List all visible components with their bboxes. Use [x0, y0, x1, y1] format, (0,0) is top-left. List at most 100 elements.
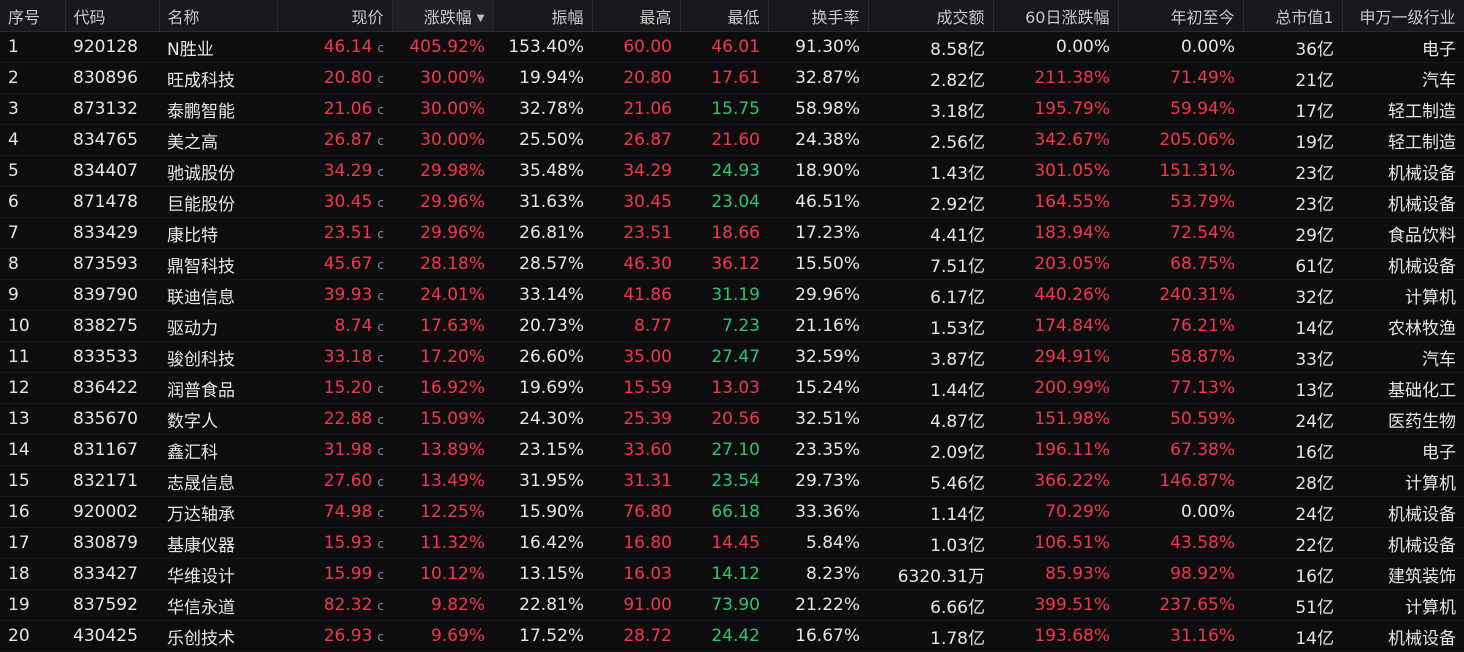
cell-chg60: 0.00%: [1055, 37, 1110, 57]
cell-seq: 5: [8, 161, 19, 181]
cell-ytd: 146.87%: [1159, 471, 1235, 491]
cell-amplitude: 32.78%: [519, 99, 584, 119]
table-row[interactable]: 19 837592 华信永道 82.32 c 9.82% 22.81% 91.00 73.90 2…: [0, 590, 1464, 621]
cell-ytd: 77.13%: [1170, 378, 1235, 398]
cell-seq: 3: [8, 99, 19, 119]
cell-chg60: 195.79%: [1034, 99, 1110, 119]
col-header-ytd[interactable]: 年初至今: [1118, 0, 1244, 32]
cell-high: 16.80: [623, 533, 672, 553]
cell-change-pct: 29.96%: [420, 223, 485, 243]
table-row[interactable]: 16 920002 万达轴承 74.98 c 12.25% 15.90% 76.80 66.18…: [0, 497, 1464, 528]
table-row[interactable]: 6 871478 巨能股份 30.45 c 29.96% 31.63% 30.45 23.04 4…: [0, 187, 1464, 218]
price-flag: c: [377, 382, 384, 396]
table-row[interactable]: 11 833533 骏创科技 33.18 c 17.20% 26.60% 35.00 27.47…: [0, 342, 1464, 373]
cell-seq: 15: [8, 471, 30, 491]
cell-seq: 11: [8, 347, 30, 367]
col-header-turnover[interactable]: 换手率: [768, 0, 869, 32]
cell-chg60: 174.84%: [1034, 316, 1110, 336]
col-header-amplitude[interactable]: 振幅: [493, 0, 593, 32]
col-header-name[interactable]: 名称: [159, 0, 278, 32]
cell-code: 873593: [73, 254, 138, 274]
col-header-industry[interactable]: 申万一级行业: [1342, 0, 1464, 32]
col-header-code[interactable]: 代码: [65, 0, 160, 32]
table-row[interactable]: 20 430425 乐创技术 26.93 c 9.69% 17.52% 28.72 24.42 1…: [0, 621, 1464, 652]
cell-chg60: 294.91%: [1034, 347, 1110, 367]
cell-seq: 17: [8, 533, 30, 553]
price-value: 27.60: [323, 471, 373, 491]
cell-name: 巨能股份: [167, 194, 235, 215]
cell-price: 33.18 c: [277, 342, 392, 373]
col-header-high[interactable]: 最高: [592, 0, 681, 32]
col-header-low[interactable]: 最低: [680, 0, 769, 32]
cell-chg60: 301.05%: [1034, 161, 1110, 181]
cell-volume-amt: 7.51亿: [930, 256, 985, 277]
cell-code: 832171: [73, 471, 138, 491]
cell-code: 920128: [73, 37, 138, 57]
cell-mktcap: 28亿: [1295, 473, 1334, 494]
cell-ytd: 98.92%: [1170, 564, 1235, 584]
cell-amplitude: 22.81%: [519, 595, 584, 615]
cell-high: 41.86: [623, 285, 672, 305]
cell-ytd: 151.31%: [1159, 161, 1235, 181]
cell-turnover: 16.67%: [795, 626, 860, 646]
price-value: 46.14: [323, 37, 373, 57]
col-header-price[interactable]: 现价: [277, 0, 393, 32]
cell-name: 志晟信息: [167, 473, 235, 494]
cell-low: 14.45: [711, 533, 760, 553]
table-row[interactable]: 14 831167 鑫汇科 31.98 c 13.89% 23.15% 33.60 27.10 2…: [0, 435, 1464, 466]
cell-turnover: 21.16%: [795, 316, 860, 336]
table-row[interactable]: 9 839790 联迪信息 39.93 c 24.01% 33.14% 41.86 31.19 2…: [0, 280, 1464, 311]
table-row[interactable]: 1 920128 N胜业 46.14 c 405.92% 153.40% 60.00 46.01…: [0, 32, 1464, 63]
cell-name: 数字人: [167, 411, 218, 432]
table-row[interactable]: 4 834765 美之高 26.87 c 30.00% 25.50% 26.87 21.60 24…: [0, 125, 1464, 156]
cell-code: 833427: [73, 564, 138, 584]
cell-volume-amt: 2.09亿: [930, 442, 985, 463]
table-row[interactable]: 8 873593 鼎智科技 45.67 c 28.18% 28.57% 46.30 36.12 1…: [0, 249, 1464, 280]
col-header-mktcap[interactable]: 总市值1: [1243, 0, 1343, 32]
table-row[interactable]: 3 873132 泰鹏智能 21.06 c 30.00% 32.78% 21.06 15.75 5…: [0, 94, 1464, 125]
price-value: 45.67: [323, 254, 373, 274]
table-row[interactable]: 2 830896 旺成科技 20.80 c 30.00% 19.94% 20.80 17.61 3…: [0, 63, 1464, 94]
cell-seq: 4: [8, 130, 19, 150]
cell-turnover: 32.59%: [795, 347, 860, 367]
col-header-change-pct[interactable]: 涨跌幅 ▼: [392, 0, 494, 32]
cell-name: 康比特: [167, 225, 218, 246]
cell-industry: 计算机: [1405, 287, 1456, 308]
cell-ytd: 76.21%: [1170, 316, 1235, 336]
cell-mktcap: 33亿: [1295, 349, 1334, 370]
price-flag: c: [377, 506, 384, 520]
cell-volume-amt: 2.56亿: [930, 132, 985, 153]
cell-price: 39.93 c: [277, 280, 392, 311]
table-row[interactable]: 7 833429 康比特 23.51 c 29.96% 26.81% 23.51 18.66 17…: [0, 218, 1464, 249]
table-row[interactable]: 12 836422 润普食品 15.20 c 16.92% 19.69% 15.59 13.03…: [0, 373, 1464, 404]
cell-name: 润普食品: [167, 380, 235, 401]
cell-price: 21.06 c: [277, 94, 392, 125]
table-row[interactable]: 5 834407 驰诚股份 34.29 c 29.98% 35.48% 34.29 24.93 1…: [0, 156, 1464, 187]
col-header-chg60[interactable]: 60日涨跌幅: [993, 0, 1119, 32]
cell-price: 20.80 c: [277, 63, 392, 94]
table-row[interactable]: 13 835670 数字人 22.88 c 15.09% 24.30% 25.39 20.56 3…: [0, 404, 1464, 435]
cell-price: 8.74 c: [277, 311, 392, 342]
table-row[interactable]: 15 832171 志晟信息 27.60 c 13.49% 31.95% 31.31 23.54…: [0, 466, 1464, 497]
col-header-seq[interactable]: 序号: [0, 0, 66, 32]
cell-high: 91.00: [623, 595, 672, 615]
cell-chg60: 211.38%: [1034, 68, 1110, 88]
table-row[interactable]: 18 833427 华维设计 15.99 c 10.12% 13.15% 16.03 14.12…: [0, 559, 1464, 590]
cell-price: 15.20 c: [277, 373, 392, 404]
cell-price: 15.99 c: [277, 559, 392, 590]
cell-volume-amt: 1.53亿: [930, 318, 985, 339]
cell-chg60: 440.26%: [1034, 285, 1110, 305]
cell-volume-amt: 8.58亿: [930, 39, 985, 60]
col-header-volume-amt[interactable]: 成交额: [868, 0, 994, 32]
cell-code: 835670: [73, 409, 138, 429]
cell-ytd: 59.94%: [1170, 99, 1235, 119]
cell-name: 鼎智科技: [167, 256, 235, 277]
cell-high: 34.29: [623, 161, 672, 181]
table-row[interactable]: 17 830879 基康仪器 15.93 c 11.32% 16.42% 16.80 14.45…: [0, 528, 1464, 559]
cell-industry: 农林牧渔: [1388, 318, 1456, 339]
table-row[interactable]: 10 838275 驱动力 8.74 c 17.63% 20.73% 8.77 7.23 21.1…: [0, 311, 1464, 342]
cell-mktcap: 17亿: [1295, 101, 1334, 122]
cell-change-pct: 30.00%: [420, 68, 485, 88]
cell-code: 836422: [73, 378, 138, 398]
price-value: 8.74: [334, 316, 373, 336]
